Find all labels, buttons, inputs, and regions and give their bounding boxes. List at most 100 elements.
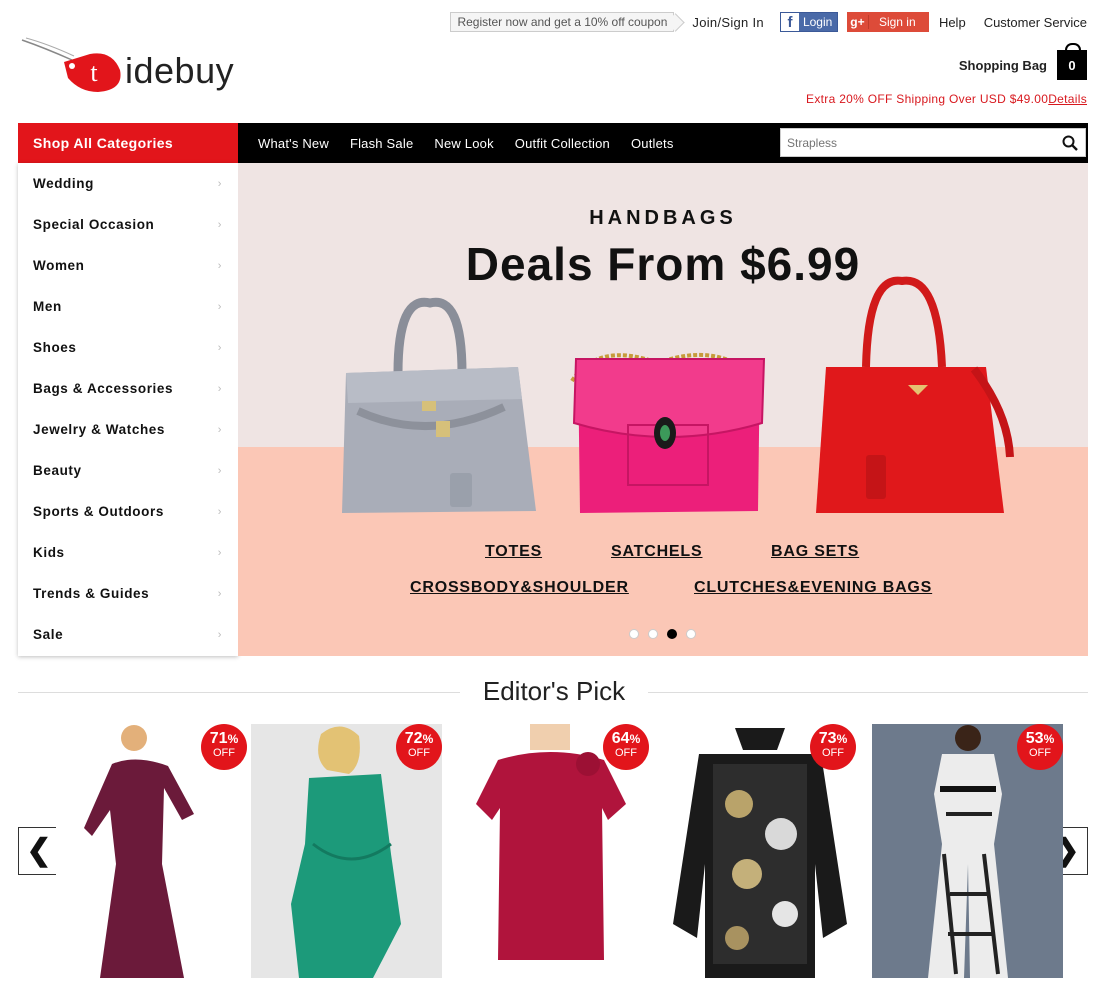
sidebar-item-special-occasion[interactable]: Special Occasion ›: [18, 204, 238, 245]
nav-whats-new[interactable]: What's New: [258, 136, 329, 151]
hero-link-totes[interactable]: TOTES: [485, 543, 542, 561]
chevron-right-icon: ›: [217, 382, 222, 395]
facebook-login-label: Login: [802, 15, 833, 29]
nav-links: What's New Flash Sale New Look Outfit Co…: [258, 123, 695, 163]
sidebar-item-sports-outdoors[interactable]: Sports & Outdoors ›: [18, 491, 238, 532]
help-link[interactable]: Help: [939, 15, 966, 30]
carousel-dots: [629, 629, 705, 639]
discount-off-label: OFF: [822, 747, 844, 759]
logo-wordmark: idebuy: [125, 50, 235, 91]
chevron-right-icon: ›: [217, 259, 222, 272]
search-icon[interactable]: [1062, 135, 1078, 151]
shopping-bag[interactable]: Shopping Bag 0: [958, 43, 1087, 80]
sidebar-item-men[interactable]: Men ›: [18, 286, 238, 327]
sidebar-item-label: Kids: [33, 545, 65, 560]
chevron-right-icon: ›: [217, 177, 222, 190]
sidebar-item-label: Sale: [33, 627, 64, 642]
main-nav: Shop All Categories What's New Flash Sal…: [18, 123, 1088, 163]
carousel-dot[interactable]: [648, 629, 658, 639]
chevron-right-icon: ›: [217, 300, 222, 313]
sidebar-item-label: Bags & Accessories: [33, 381, 174, 396]
sidebar-item-label: Beauty: [33, 463, 82, 478]
hero-link-bag-sets[interactable]: BAG SETS: [771, 543, 859, 561]
product-card[interactable]: 64% OFF: [458, 724, 649, 978]
discount-percent: 64%: [611, 730, 641, 747]
tidebuy-logo[interactable]: t idebuy: [20, 36, 235, 96]
discount-badge: 64% OFF: [603, 724, 649, 770]
carousel-dot-active[interactable]: [667, 629, 677, 639]
product-card[interactable]: 73% OFF: [665, 724, 856, 978]
chevron-right-icon: ›: [217, 546, 222, 559]
editors-pick-title: Editor's Pick: [460, 676, 648, 707]
hero-link-clutches-evening-bags[interactable]: CLUTCHES&EVENING BAGS: [694, 579, 932, 597]
category-sidebar: Wedding › Special Occasion › Women › Men › S…: [18, 163, 238, 656]
google-signin-label: Sign in: [878, 15, 916, 29]
discount-percent: 53%: [1025, 730, 1055, 747]
sidebar-item-label: Wedding: [33, 176, 94, 191]
search-input[interactable]: [781, 129, 1051, 156]
nav-outlets[interactable]: Outlets: [631, 136, 674, 151]
hero-link-crossbody-shoulder[interactable]: CROSSBODY&SHOULDER: [410, 579, 629, 597]
hero-banner[interactable]: HANDBAGS Deals From $6.99 TOTES SATCHELS…: [238, 163, 1088, 656]
shipping-promo-text: Extra 20% OFF Shipping Over USD $49.00: [806, 92, 1049, 106]
sidebar-item-label: Special Occasion: [33, 217, 155, 232]
promo-details-link[interactable]: Details: [1048, 92, 1087, 106]
sidebar-item-kids[interactable]: Kids ›: [18, 532, 238, 573]
chevron-right-icon: ›: [217, 628, 222, 641]
product-card[interactable]: 71% OFF: [56, 724, 247, 978]
handbags-image: [342, 276, 1014, 513]
search-box: [780, 128, 1086, 157]
google-signin-button[interactable]: g+ Sign in: [846, 12, 929, 32]
chevron-right-icon: ›: [217, 341, 222, 354]
shopping-bag-label: Shopping Bag: [958, 57, 1047, 73]
product-card[interactable]: 72% OFF: [251, 724, 442, 978]
carousel-prev-button[interactable]: ❮: [18, 827, 60, 875]
discount-off-label: OFF: [1029, 747, 1051, 759]
shopping-bag-icon: 0: [1057, 43, 1087, 80]
sidebar-item-wedding[interactable]: Wedding ›: [18, 163, 238, 204]
discount-off-label: OFF: [408, 747, 430, 759]
sidebar-item-bags-accessories[interactable]: Bags & Accessories ›: [18, 368, 238, 409]
discount-off-label: OFF: [213, 747, 235, 759]
chevron-right-icon: ›: [217, 505, 222, 518]
sidebar-item-sale[interactable]: Sale ›: [18, 614, 238, 655]
nav-flash-sale[interactable]: Flash Sale: [350, 136, 413, 151]
google-plus-icon: g+: [847, 15, 869, 29]
discount-percent: 72%: [404, 730, 434, 747]
carousel-dot[interactable]: [629, 629, 639, 639]
nav-outfit-collection[interactable]: Outfit Collection: [515, 136, 610, 151]
sidebar-item-women[interactable]: Women ›: [18, 245, 238, 286]
chevron-right-icon: ›: [217, 423, 222, 436]
shop-all-categories-button[interactable]: Shop All Categories: [18, 123, 238, 163]
discount-badge: 73% OFF: [810, 724, 856, 770]
top-bar: Register now and get a 10% off coupon Jo…: [450, 12, 1087, 32]
discount-percent: 73%: [818, 730, 848, 747]
grey-handbag-image: [342, 297, 536, 513]
join-sign-in-link[interactable]: Join/Sign In: [692, 15, 764, 30]
pink-handbag-image: [570, 352, 766, 513]
chevron-right-icon: ›: [217, 218, 222, 231]
discount-badge: 53% OFF: [1017, 724, 1063, 770]
carousel-dot[interactable]: [686, 629, 696, 639]
sidebar-item-trends-guides[interactable]: Trends & Guides ›: [18, 573, 238, 614]
sidebar-item-label: Women: [33, 258, 85, 273]
customer-service-link[interactable]: Customer Service: [984, 15, 1087, 30]
shipping-promo: Extra 20% OFF Shipping Over USD $49.00De…: [806, 92, 1087, 106]
discount-badge: 72% OFF: [396, 724, 442, 770]
chevron-right-icon: ›: [217, 464, 222, 477]
facebook-icon: f: [780, 13, 799, 31]
discount-badge: 71% OFF: [201, 724, 247, 770]
product-card[interactable]: 53% OFF: [872, 724, 1063, 978]
shopping-bag-count: 0: [1068, 57, 1076, 73]
sidebar-item-shoes[interactable]: Shoes ›: [18, 327, 238, 368]
sidebar-item-jewelry-watches[interactable]: Jewelry & Watches ›: [18, 409, 238, 450]
sidebar-item-label: Trends & Guides: [33, 586, 150, 601]
discount-off-label: OFF: [615, 747, 637, 759]
sidebar-item-label: Sports & Outdoors: [33, 504, 164, 519]
sidebar-item-beauty[interactable]: Beauty ›: [18, 450, 238, 491]
facebook-login-button[interactable]: f Login: [779, 12, 838, 32]
hero-link-satchels[interactable]: SATCHELS: [611, 543, 702, 561]
logo-letter: t: [90, 58, 98, 87]
nav-new-look[interactable]: New Look: [434, 136, 493, 151]
register-coupon-link[interactable]: Register now and get a 10% off coupon: [450, 12, 675, 32]
